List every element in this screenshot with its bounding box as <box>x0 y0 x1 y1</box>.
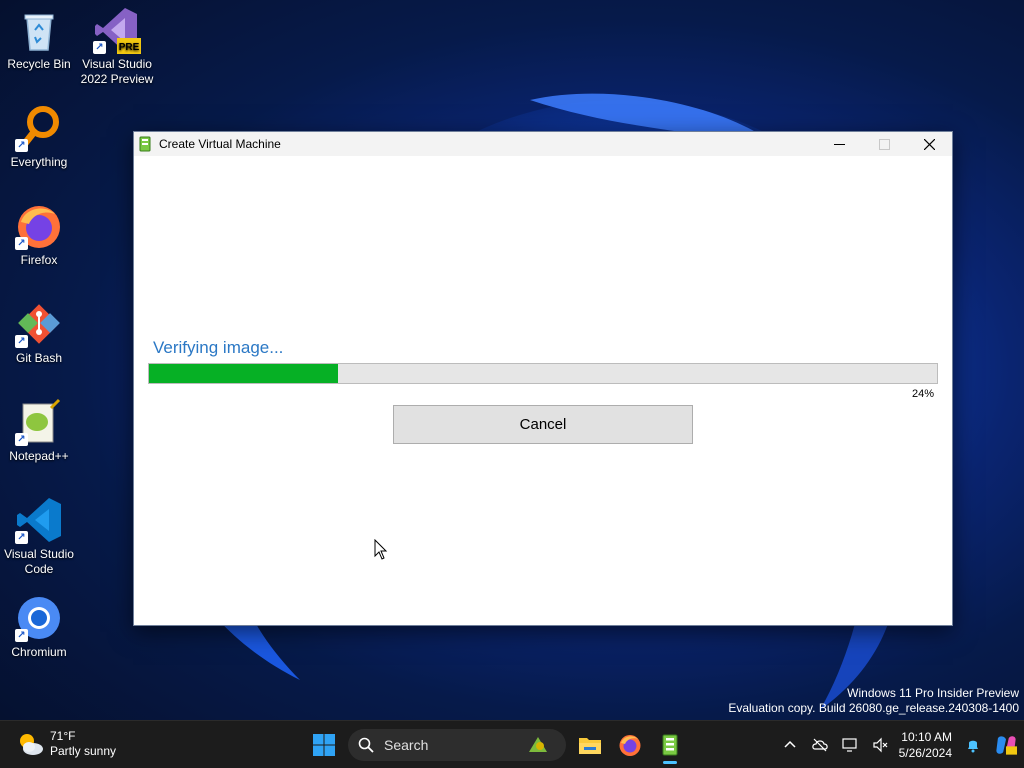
file-explorer-icon <box>579 738 601 754</box>
start-icon <box>313 734 335 756</box>
quickemu-app-icon <box>139 136 151 152</box>
weather-desc: Partly sunny <box>50 744 117 758</box>
desktop-icon-label: Chromium <box>11 645 67 659</box>
maximize-button[interactable] <box>862 132 907 156</box>
taskbar-search[interactable]: Search <box>348 729 566 761</box>
desktop-icon-label: Visual Studio 2022 Preview <box>80 57 154 86</box>
shortcut-arrow-icon: ↗ <box>15 237 28 250</box>
desktop-icon-label: Visual Studio Code <box>4 547 74 576</box>
watermark-line-1: Windows 11 Pro Insider Preview <box>847 686 1019 700</box>
weather-widget[interactable]: 71°F Partly sunny <box>16 729 116 759</box>
taskbar: 71°F Partly sunny Search 10:10 AM 5/26/2… <box>0 720 1024 768</box>
start-button[interactable] <box>304 725 344 765</box>
chevron-up-icon <box>784 740 796 748</box>
shortcut-arrow-icon: ↗ <box>15 139 28 152</box>
cloud-offline-icon <box>811 738 828 752</box>
taskbar-file-explorer[interactable] <box>570 725 610 765</box>
recycle-bin-icon <box>24 14 54 51</box>
status-text: Verifying image... <box>153 338 284 357</box>
search-highlight-icon <box>529 737 547 752</box>
bell-icon <box>968 740 978 753</box>
desktop-icon-notepad-plus-plus[interactable]: ↗ Notepad++ <box>0 398 78 464</box>
partly-sunny-icon <box>20 734 43 755</box>
onedrive-tray-button[interactable] <box>805 721 835 768</box>
firefox-icon <box>619 735 641 756</box>
desktop-icon-vscode[interactable]: ↗ Visual Studio Code <box>0 496 78 577</box>
desktop-icon-label: Git Bash <box>15 351 63 365</box>
minimize-button[interactable] <box>817 132 862 156</box>
desktop-icon-git-bash[interactable]: ↗ Git Bash <box>0 300 78 366</box>
progress-percent: 24% <box>911 388 934 400</box>
desktop-icon-label: Recycle Bin <box>7 57 71 71</box>
volume-muted-icon <box>873 737 888 753</box>
taskbar-firefox[interactable] <box>610 725 650 765</box>
cancel-button[interactable]: Cancel <box>393 405 693 444</box>
monitor-icon <box>842 738 857 752</box>
system-tray: 10:10 AM 5/26/2024 <box>775 721 1024 768</box>
taskbar-quickemu[interactable] <box>650 725 690 765</box>
desktop-icon-firefox[interactable]: ↗ Firefox <box>0 202 78 268</box>
quickemu-icon <box>662 734 678 756</box>
svg-text:PRE: PRE <box>119 42 140 53</box>
shortcut-arrow-icon: ↗ <box>93 41 106 54</box>
volume-tray-button[interactable] <box>865 721 895 768</box>
progress-bar-fill <box>149 364 339 383</box>
windows-watermark: Windows 11 Pro Insider Preview Evaluatio… <box>728 686 1019 716</box>
desktop-icon-label: Everything <box>10 155 68 169</box>
clock-date: 5/26/2024 <box>898 746 952 760</box>
clock-time: 10:10 AM <box>901 730 952 744</box>
watermark-line-2: Evaluation copy. Build 26080.ge_release.… <box>728 701 1019 715</box>
close-button[interactable] <box>907 132 952 156</box>
window-titlebar[interactable]: Create Virtual Machine <box>134 132 952 156</box>
progress-bar <box>148 363 938 384</box>
desktop-icon-label: Firefox <box>20 253 58 267</box>
desktop-icon-recycle-bin[interactable]: Recycle Bin <box>0 6 78 72</box>
close-icon <box>924 138 935 150</box>
display-tray-button[interactable] <box>835 721 865 768</box>
shortcut-arrow-icon: ↗ <box>15 629 28 642</box>
shortcut-arrow-icon: ↗ <box>15 531 28 544</box>
show-hidden-icons-button[interactable] <box>775 721 805 768</box>
window-title: Create Virtual Machine <box>159 137 281 151</box>
notifications-button[interactable] <box>958 721 988 768</box>
copilot-button[interactable] <box>988 721 1024 768</box>
desktop-icon-visual-studio[interactable]: PRE ↗ Visual Studio 2022 Preview <box>78 6 156 87</box>
taskbar-clock[interactable]: 10:10 AM 5/26/2024 <box>899 729 952 761</box>
desktop-icon-everything[interactable]: ↗ Everything <box>0 104 78 170</box>
desktop-icon-chromium[interactable]: ↗ Chromium <box>0 594 78 660</box>
shortcut-arrow-icon: ↗ <box>15 433 28 446</box>
weather-temp: 71°F <box>50 729 76 743</box>
create-vm-window: Create Virtual Machine Verifying image..… <box>133 131 953 626</box>
minimize-icon <box>834 143 845 145</box>
shortcut-arrow-icon: ↗ <box>15 335 28 348</box>
mouse-cursor-icon <box>374 539 388 560</box>
maximize-icon <box>879 138 890 150</box>
search-label: Search <box>384 737 429 753</box>
copilot-icon <box>996 736 1017 755</box>
active-app-indicator <box>663 761 677 764</box>
desktop-icon-label: Notepad++ <box>9 449 69 463</box>
search-icon <box>358 737 374 753</box>
